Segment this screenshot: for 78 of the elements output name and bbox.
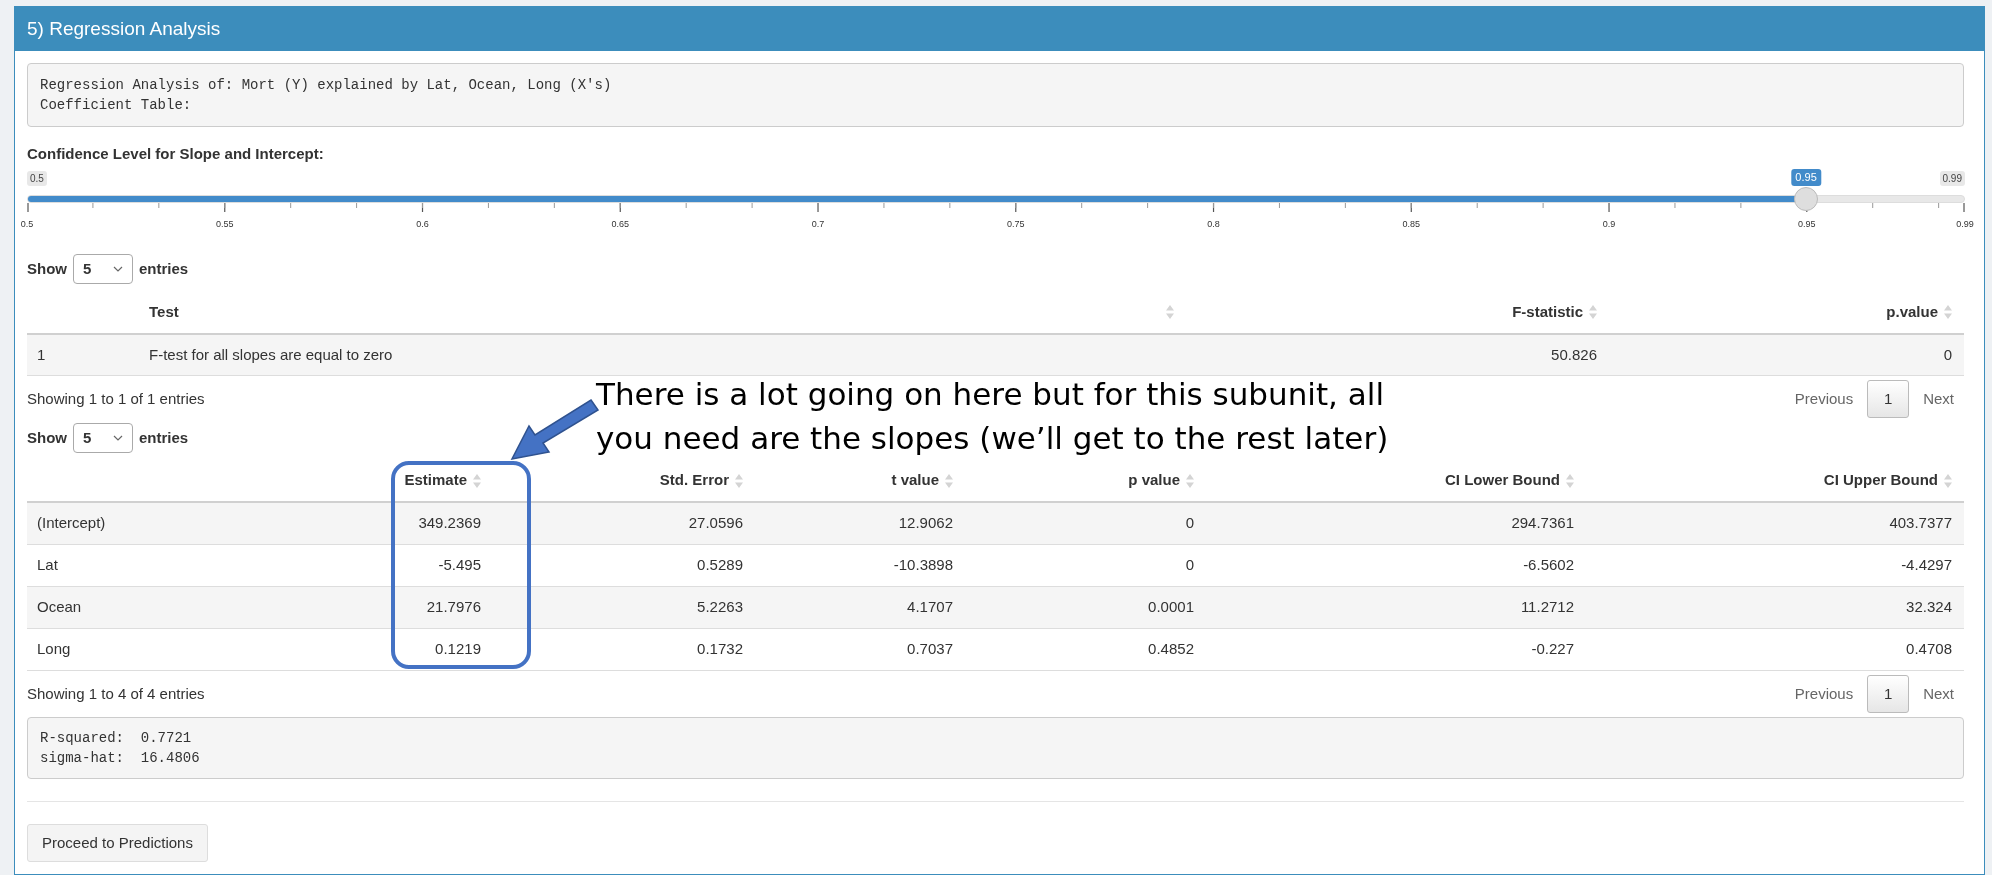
table-cell-text: -10.3898 xyxy=(893,555,953,576)
slider-max-label: 0.99 xyxy=(1939,171,1965,186)
table-cell-text: 5.2263 xyxy=(697,597,743,618)
proceed-button[interactable]: Proceed to Predictions xyxy=(27,824,208,862)
table-cell-text: 0 xyxy=(1185,555,1194,576)
table-cell-text: 21.7976 xyxy=(426,597,481,618)
table-cell-text: 4.1707 xyxy=(907,597,953,618)
column-header[interactable]: p.value xyxy=(1886,300,1938,324)
summary-output: Regression Analysis of: Mort (Y) explained by Lat, Ocean, Long (X's) Coefficient Table: xyxy=(27,63,1964,127)
panel-title: 5) Regression Analysis xyxy=(27,16,221,41)
next-link[interactable]: Next xyxy=(1909,387,1964,411)
table-cell-text: -6.5602 xyxy=(1523,555,1574,576)
previous-link[interactable]: Previous xyxy=(1780,387,1868,411)
tick-label: 0.95 xyxy=(1798,219,1816,230)
previous-link[interactable]: Previous xyxy=(1780,682,1868,706)
table-cell-text: 294.7361 xyxy=(1511,513,1574,534)
column-header[interactable]: t value xyxy=(891,469,939,492)
table-cell-text: F-test for all slopes are equal to zero xyxy=(149,344,393,365)
table-cell-text: 0.4852 xyxy=(1148,639,1194,660)
table-cell-text: 0.0001 xyxy=(1148,597,1194,618)
table-cell-text: 0.4708 xyxy=(1906,639,1952,660)
tick-label: 0.5 xyxy=(20,219,34,230)
table-cell-text: -5.495 xyxy=(438,555,481,576)
entries-label: entries xyxy=(139,427,189,448)
slider-thumb[interactable] xyxy=(1794,187,1819,211)
chevron-down-icon xyxy=(113,266,123,272)
column-header[interactable]: CI Upper Bound xyxy=(1823,469,1938,492)
next-link[interactable]: Next xyxy=(1909,682,1964,706)
column-header[interactable]: Estimate xyxy=(404,469,467,492)
page-button[interactable]: 1 xyxy=(1867,380,1910,418)
tick-label: 0.8 xyxy=(1207,219,1220,230)
tick-label: 0.65 xyxy=(611,219,629,230)
slider-value-label: 0.95 xyxy=(1791,169,1821,186)
tick-label: 0.6 xyxy=(416,219,429,230)
table-cell-text: 0.1219 xyxy=(435,639,481,660)
table-cell-text: Long xyxy=(37,639,71,660)
slider-min-label: 0.5 xyxy=(27,171,47,186)
table-cell-text: 0 xyxy=(1943,344,1952,365)
column-header[interactable]: Std. Error xyxy=(659,469,729,492)
tick-label: 0.9 xyxy=(1602,219,1616,230)
table-info: Showing 1 to 4 of 4 entries xyxy=(27,683,205,704)
tick-label: 0.85 xyxy=(1402,219,1421,230)
table-cell-text: 11.2712 xyxy=(1520,597,1574,618)
entries-label: entries xyxy=(139,258,189,279)
table-cell-text: 0.5289 xyxy=(697,555,743,576)
table-cell-text: -4.4297 xyxy=(1901,555,1952,576)
table-cell-text: Ocean xyxy=(37,597,82,618)
table-cell-text: 1 xyxy=(37,344,46,365)
entries-select[interactable]: 5 xyxy=(73,423,133,453)
show-label: Show xyxy=(27,427,67,448)
table-cell-text: -0.227 xyxy=(1531,639,1574,660)
table-cell-text: 27.0596 xyxy=(688,513,743,534)
tick-label: 0.75 xyxy=(1007,219,1025,230)
show-label: Show xyxy=(27,258,67,279)
table-cell-text: Lat xyxy=(37,555,58,576)
table-info: Showing 1 to 1 of 1 entries xyxy=(27,388,205,409)
table-cell-text: 0.1732 xyxy=(697,639,743,660)
tick-label: 0.99 xyxy=(1956,219,1974,230)
table-cell-text: 0.7037 xyxy=(907,639,953,660)
table-cell-text: 32.324 xyxy=(1906,597,1952,618)
column-header[interactable]: CI Lower Bound xyxy=(1445,469,1560,492)
table-cell-text: 0 xyxy=(1185,513,1194,534)
table-cell-text: (Intercept) xyxy=(37,513,106,534)
entries-select[interactable]: 5 xyxy=(73,254,133,284)
table-cell-text: 403.7377 xyxy=(1889,513,1952,534)
column-header[interactable]: p value xyxy=(1128,469,1180,492)
table-cell-text: 12.9062 xyxy=(898,513,953,534)
table-cell-text: 50.826 xyxy=(1551,344,1597,365)
fit-output: R-squared: 0.7721 sigma-hat: 16.4806 xyxy=(27,717,1964,779)
tick-label: 0.7 xyxy=(811,219,825,230)
slider-label: Confidence Level for Slope and Intercept: xyxy=(27,144,325,163)
page-button[interactable]: 1 xyxy=(1867,675,1910,713)
column-header[interactable]: Test xyxy=(149,300,179,324)
tick-label: 0.55 xyxy=(216,219,234,230)
table-cell-text: 349.2369 xyxy=(418,513,481,534)
chevron-down-icon xyxy=(113,435,123,441)
annotation-text: There is a lot going on here but for this subunit, all you need are the slopes (we’ll get to the rest later) xyxy=(596,375,1389,458)
column-header[interactable]: F-statistic xyxy=(1512,300,1583,324)
